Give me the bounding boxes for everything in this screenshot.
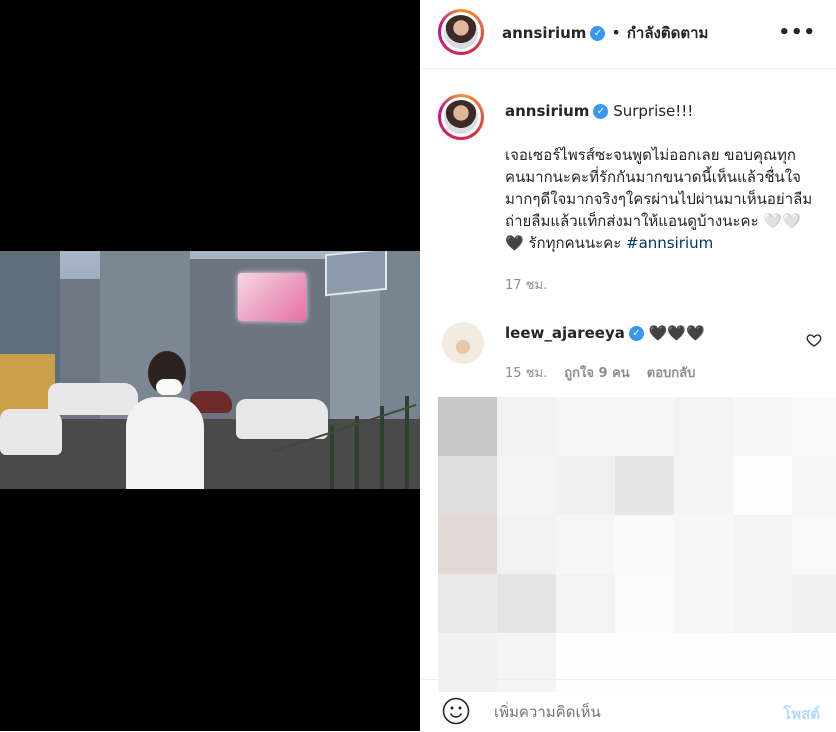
- hashtag-link[interactable]: #annsirium: [626, 234, 713, 252]
- more-options-icon[interactable]: •••: [778, 22, 816, 43]
- comment-time[interactable]: 15 ชม.: [505, 366, 547, 381]
- caption-tail: รักทุกคนนะคะ: [523, 234, 627, 252]
- woman-figure: [120, 351, 210, 489]
- blurred-comments: [438, 397, 836, 692]
- author-avatar[interactable]: [438, 9, 484, 55]
- caption-avatar[interactable]: [438, 94, 484, 140]
- author-username[interactable]: annsirium: [502, 24, 586, 42]
- post-header: annsirium ✓ • กำลังติดตาม •••: [420, 0, 836, 69]
- post-photo: [0, 251, 420, 489]
- verified-badge-icon: ✓: [590, 26, 606, 41]
- separator-dot: •: [611, 23, 621, 42]
- caption-body: เจอเซอร์ไพรส์ซะจนพูดไม่ออกเลย ขอบคุณทุกค…: [505, 144, 815, 254]
- post-media[interactable]: [0, 0, 420, 731]
- follow-status-button[interactable]: กำลังติดตาม: [627, 24, 709, 42]
- comment-input[interactable]: [492, 702, 756, 722]
- comment-text: 🖤🖤🖤: [648, 324, 705, 342]
- caption-title: Surprise!!!: [613, 102, 694, 120]
- post-time[interactable]: 17 ชม.: [505, 274, 547, 295]
- post-panel: annsirium ✓ • กำลังติดตาม ••• annsirium ✓ Su…: [420, 0, 836, 731]
- billboard: [238, 273, 306, 321]
- reply-button[interactable]: ตอบกลับ: [647, 366, 696, 381]
- comment-bar: โพสต์: [420, 679, 836, 732]
- smile-icon[interactable]: [442, 697, 470, 725]
- commenter-avatar[interactable]: [442, 322, 484, 364]
- verified-badge-icon: ✓: [628, 326, 644, 341]
- post-comment-button[interactable]: โพสต์: [783, 702, 820, 726]
- comment-item: leew_ajareeya ✓ 🖤🖤🖤 15 ชม. ถูกใจ 9 คน ตอบ…: [420, 320, 836, 390]
- heart-outline-icon[interactable]: [806, 332, 822, 348]
- caption-username[interactable]: annsirium: [505, 102, 589, 120]
- comment-likes[interactable]: ถูกใจ 9 คน: [564, 366, 629, 381]
- verified-badge-icon: ✓: [593, 104, 609, 119]
- commenter-username[interactable]: leew_ajareeya: [505, 324, 625, 342]
